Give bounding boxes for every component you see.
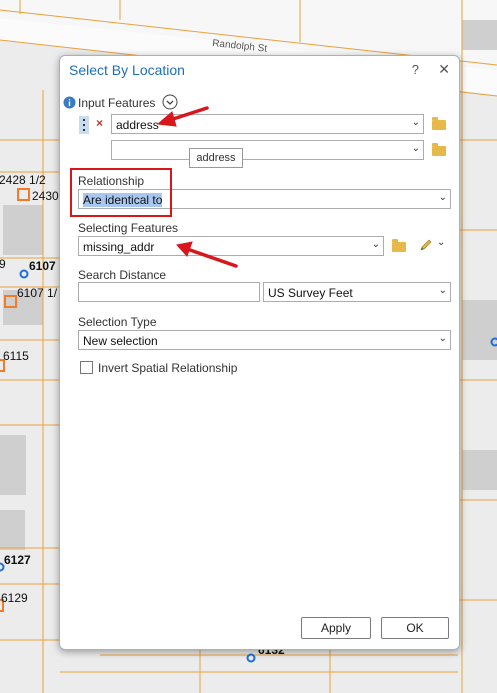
arrow-head-icon	[176, 241, 193, 257]
arrow-icon	[188, 248, 238, 268]
arrow-icon	[168, 106, 209, 122]
annotation-arrows	[156, 106, 238, 268]
arrow-head-icon	[156, 111, 177, 127]
